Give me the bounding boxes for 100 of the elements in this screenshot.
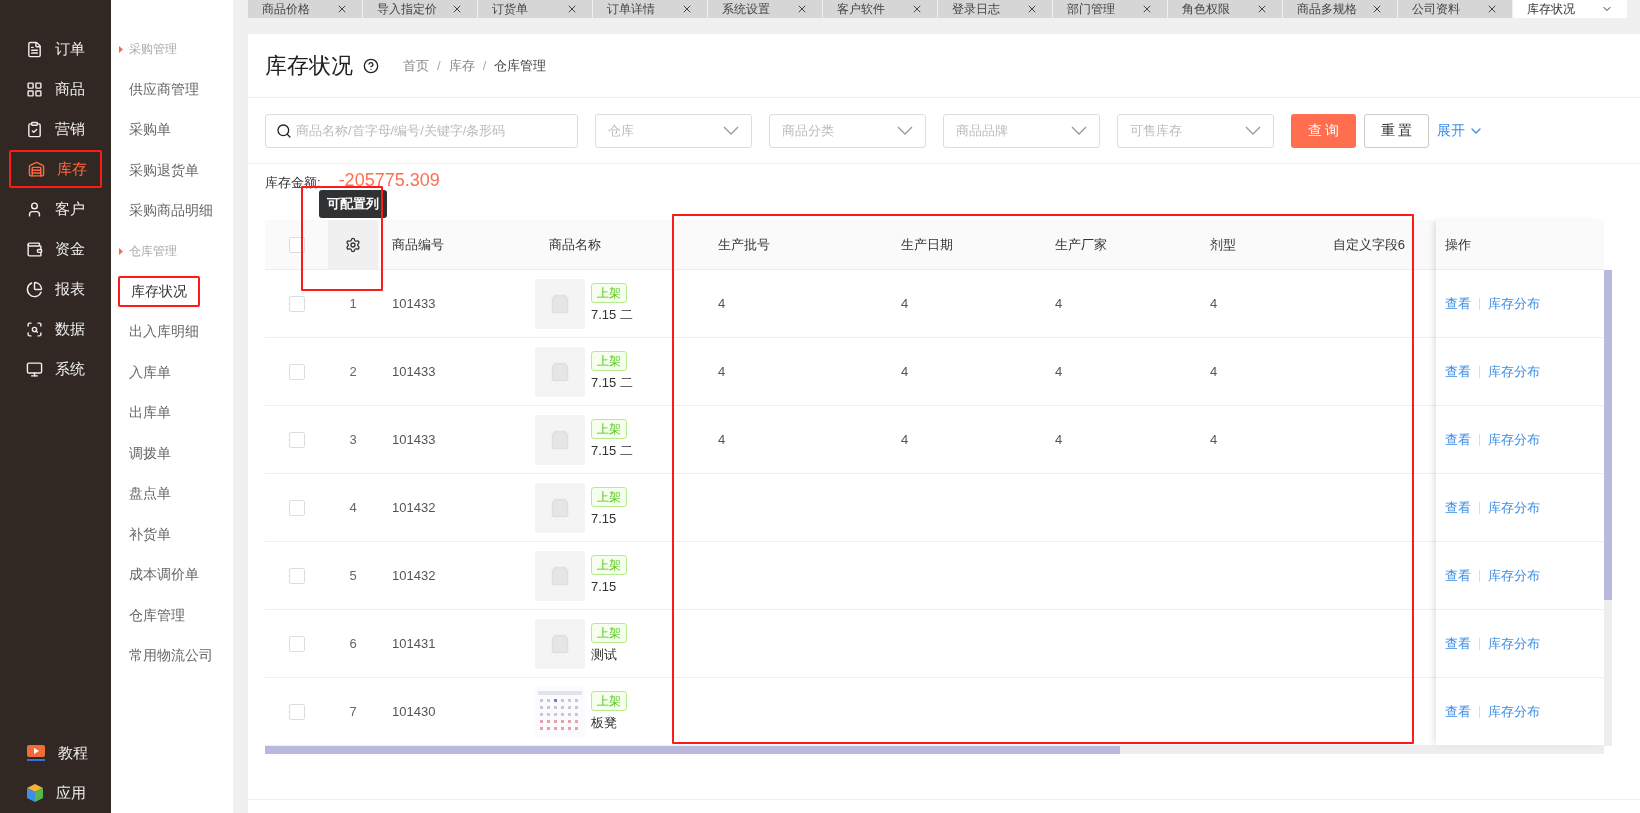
checkbox[interactable] xyxy=(288,431,305,448)
action-link[interactable]: 库存分布 xyxy=(1488,633,1540,654)
tab[interactable]: 部门管理 xyxy=(1053,0,1167,18)
close-icon xyxy=(336,3,348,15)
nav-item[interactable]: 库存 xyxy=(9,150,102,188)
table-cell: 4 xyxy=(901,431,909,447)
video-icon xyxy=(26,744,46,762)
tab[interactable]: 订单详情 xyxy=(593,0,707,18)
scrollbar-track[interactable] xyxy=(1604,270,1612,746)
action-link[interactable]: 库存分布 xyxy=(1488,429,1540,450)
submenu-item[interactable]: 采购退货单 xyxy=(118,156,210,184)
submenu-item[interactable]: 入库单 xyxy=(118,358,182,386)
checkbox[interactable] xyxy=(288,499,305,516)
nav-item[interactable]: 应用 xyxy=(0,773,111,813)
product-name: 7.15 xyxy=(591,509,617,528)
scrollbar-thumb[interactable] xyxy=(1604,270,1612,600)
close-icon xyxy=(566,3,578,15)
help-icon[interactable] xyxy=(363,57,379,74)
close-icon xyxy=(1026,3,1038,15)
search-input[interactable]: 商品名称/首字母/编号/关键字/条形码 xyxy=(296,120,567,141)
row-number: 4 xyxy=(349,499,357,515)
breadcrumb-link[interactable]: 库存 xyxy=(448,55,475,76)
action-link[interactable]: 库存分布 xyxy=(1488,293,1540,314)
submenu-item[interactable]: 采购单 xyxy=(118,116,182,144)
tab[interactable]: 库存状况 xyxy=(1513,0,1627,18)
nav-item[interactable]: 营销 xyxy=(9,110,102,148)
action-link[interactable]: 查看 xyxy=(1445,429,1471,450)
scrollbar-track[interactable] xyxy=(265,746,1604,754)
submenu-item[interactable]: 常用物流公司 xyxy=(118,642,224,670)
checkbox[interactable] xyxy=(288,567,305,584)
breadcrumb-link[interactable]: 首页 xyxy=(403,55,429,76)
column-header: 剂型 xyxy=(1210,236,1236,252)
submenu-group-label: 仓库管理 xyxy=(129,243,177,260)
tab[interactable]: 客户软件 xyxy=(823,0,937,18)
expand-link[interactable]: 展开 xyxy=(1437,120,1484,141)
search-icon xyxy=(276,122,292,139)
breadcrumb-separator: / xyxy=(437,56,441,75)
nav-item[interactable]: 商品 xyxy=(9,70,102,108)
close-icon xyxy=(1256,3,1268,15)
monitor-icon xyxy=(26,360,43,378)
tab[interactable]: 导入指定价 xyxy=(363,0,477,18)
submenu-item[interactable]: 补货单 xyxy=(118,520,182,548)
status-tag: 上架 xyxy=(591,418,627,439)
submenu-item[interactable]: 出入库明细 xyxy=(118,318,210,346)
status-tag: 上架 xyxy=(591,690,627,711)
table-cell: 4 xyxy=(901,295,909,311)
action-link[interactable]: 查看 xyxy=(1445,361,1471,382)
tab[interactable]: 角色权限 xyxy=(1168,0,1282,18)
nav-item[interactable]: 教程 xyxy=(0,733,111,773)
tab[interactable]: 公司资料 xyxy=(1398,0,1512,18)
close-icon xyxy=(796,3,808,15)
action-link[interactable]: 库存分布 xyxy=(1488,361,1540,382)
submenu-item[interactable]: 采购商品明细 xyxy=(118,197,224,225)
scrollbar-thumb[interactable] xyxy=(265,746,1120,754)
triangle-icon xyxy=(119,45,123,53)
submenu-item[interactable]: 盘点单 xyxy=(118,480,182,508)
action-link[interactable]: 查看 xyxy=(1445,701,1471,722)
checkbox[interactable] xyxy=(288,635,305,652)
tooltip: 可配置列 xyxy=(319,190,387,218)
nav-item[interactable]: 资金 xyxy=(9,230,102,268)
status-tag: 上架 xyxy=(591,282,627,303)
tab[interactable]: 订货单 xyxy=(478,0,592,18)
triangle-icon xyxy=(119,247,123,255)
chevron-icon xyxy=(897,126,913,135)
tab[interactable]: 系统设置 xyxy=(708,0,822,18)
nav-item[interactable]: 客户 xyxy=(9,190,102,228)
checkbox[interactable] xyxy=(288,703,305,720)
action-link[interactable]: 库存分布 xyxy=(1488,497,1540,518)
tab[interactable]: 登录日志 xyxy=(938,0,1052,18)
nav-item[interactable]: 报表 xyxy=(9,270,102,308)
submenu-item[interactable]: 供应商管理 xyxy=(118,75,210,103)
submenu-item[interactable]: 库存状况 xyxy=(118,275,200,307)
checkbox[interactable] xyxy=(288,295,305,312)
action-link[interactable]: 查看 xyxy=(1445,565,1471,586)
table-cell: 101430 xyxy=(392,703,436,719)
nav-item[interactable]: 数据 xyxy=(9,310,102,348)
table-cell: 4 xyxy=(718,295,726,311)
submenu-item[interactable]: 调拨单 xyxy=(118,439,182,467)
nav-item[interactable]: 系统 xyxy=(9,350,102,388)
table-cell: 4 xyxy=(901,363,909,379)
column-header: 商品名称 xyxy=(549,236,601,252)
tab[interactable]: 商品价格 xyxy=(248,0,362,18)
tab[interactable]: 商品多规格 xyxy=(1283,0,1397,18)
settings-icon[interactable] xyxy=(345,236,361,253)
action-link[interactable]: 库存分布 xyxy=(1488,701,1540,722)
nav-item[interactable]: 订单 xyxy=(9,30,102,68)
table-cell: 101433 xyxy=(392,363,436,379)
submenu-item[interactable]: 出库单 xyxy=(118,399,182,427)
submenu-item[interactable]: 仓库管理 xyxy=(118,601,196,629)
clipboard-icon xyxy=(26,120,43,138)
action-link[interactable]: 查看 xyxy=(1445,633,1471,654)
search-field[interactable]: 商品名称/首字母/编号/关键字/条形码 xyxy=(265,113,578,148)
action-link[interactable]: 库存分布 xyxy=(1488,565,1540,586)
checkbox[interactable] xyxy=(288,363,305,380)
close-icon xyxy=(1486,3,1498,15)
reset-button[interactable]: 重 置 xyxy=(1364,113,1429,148)
action-link[interactable]: 查看 xyxy=(1445,497,1471,518)
action-link[interactable]: 查看 xyxy=(1445,293,1471,314)
cube-icon xyxy=(26,783,44,803)
submenu-item[interactable]: 成本调价单 xyxy=(118,561,210,589)
